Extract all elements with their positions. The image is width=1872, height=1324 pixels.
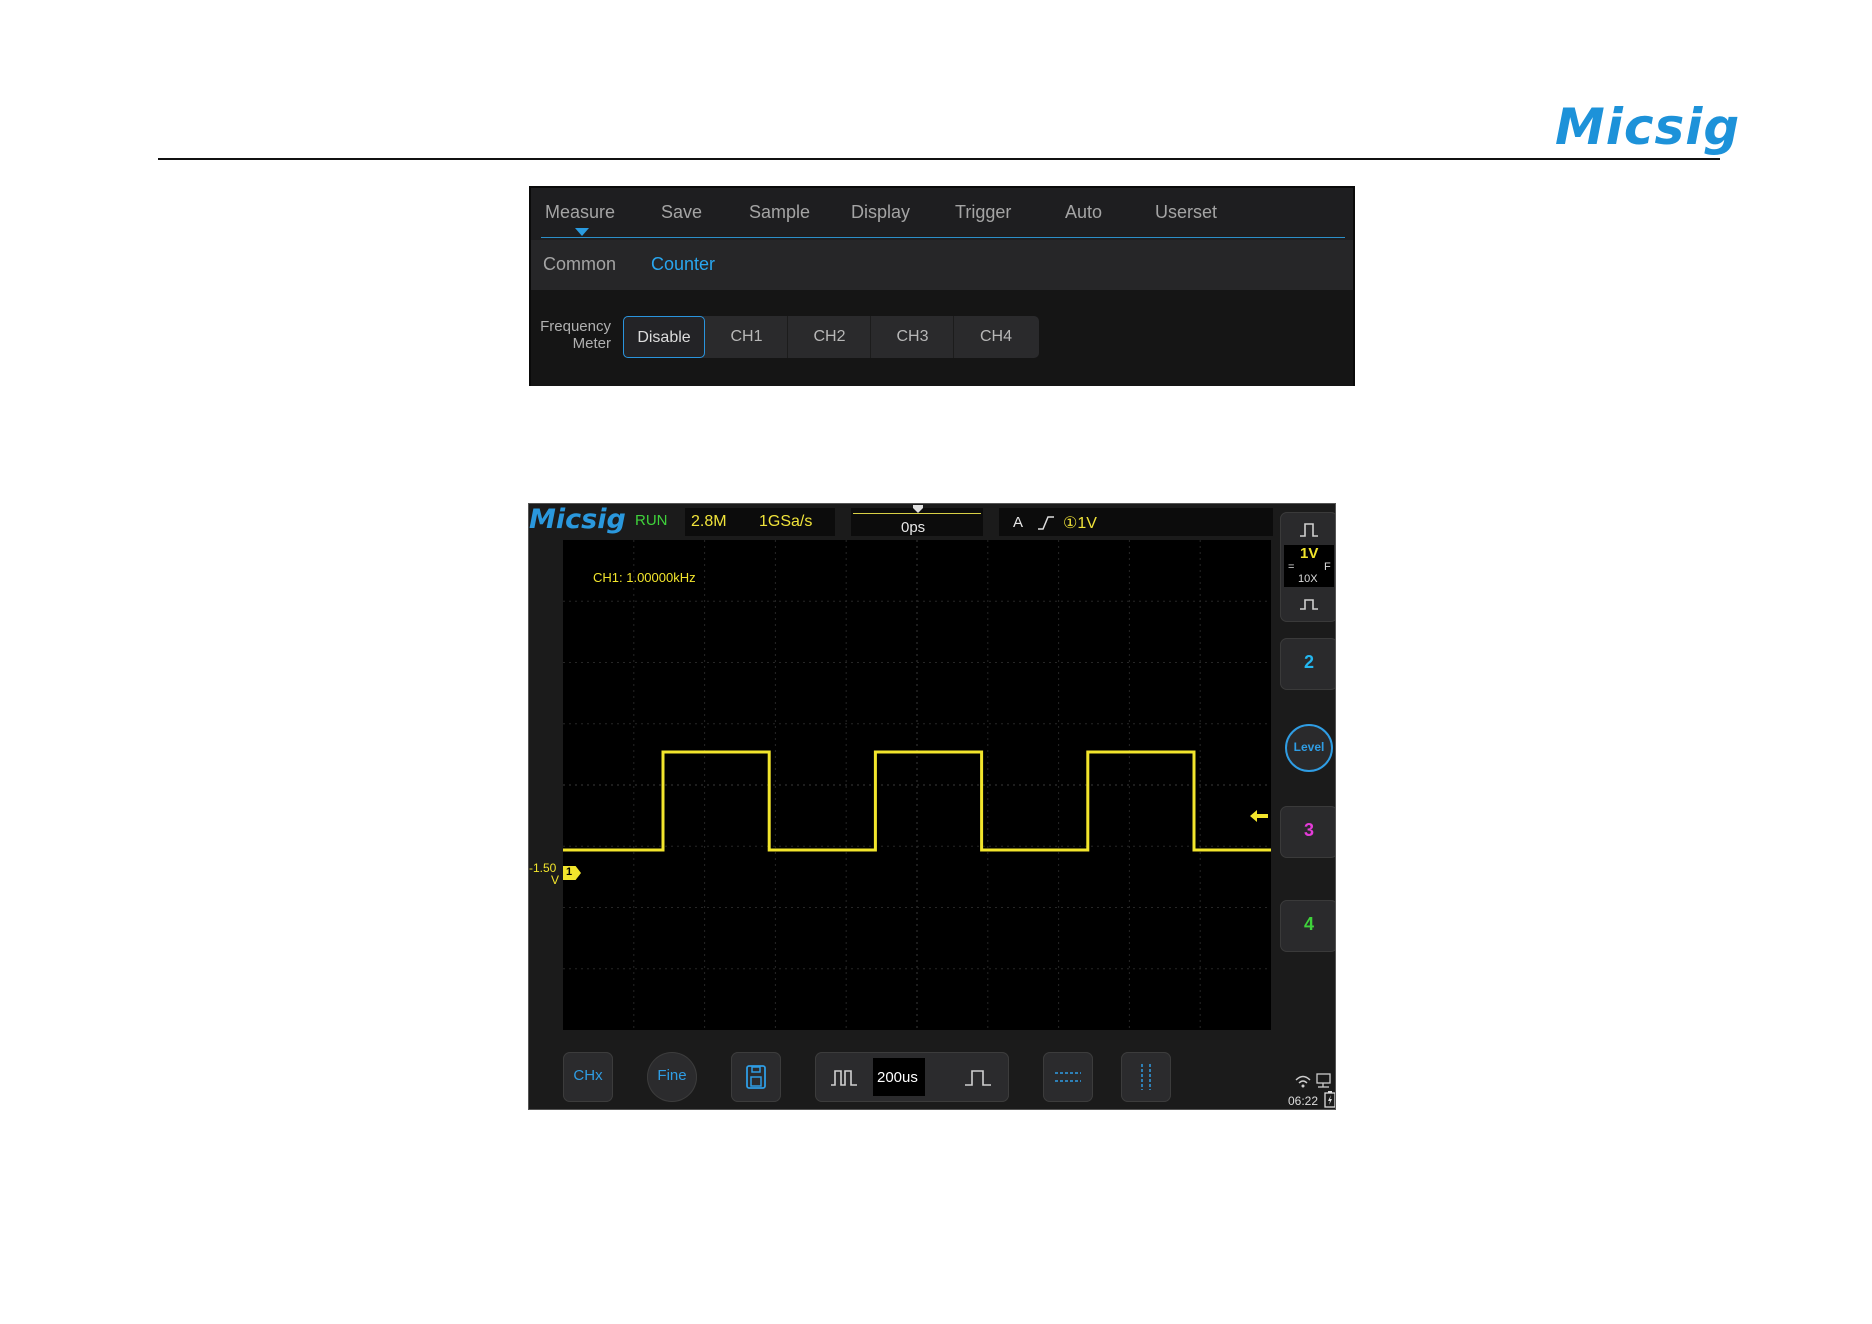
memory-depth: 2.8M [691,513,727,530]
ch1-scale-box: 1V = F 10X [1284,545,1334,587]
run-status[interactable]: RUN [635,512,668,529]
level-label: Level [1293,740,1325,754]
ch1-scale: 1V [1300,545,1319,562]
rising-edge-icon [1038,516,1054,530]
save-button[interactable] [731,1052,781,1102]
tab-underline [541,237,1345,238]
vertical-cursor-button[interactable] [1121,1052,1171,1102]
ch2-button[interactable]: 2 [1280,638,1335,690]
trigger-mode: A [1013,514,1024,531]
frequency-meter-selector: Disable CH1 CH2 CH3 CH4 [623,316,1039,358]
ch1-trace [563,750,1271,852]
ch3-label: 3 [1303,820,1314,840]
fine-button[interactable]: Fine [647,1052,697,1102]
tab-measure[interactable]: Measure [545,202,615,223]
chx-button[interactable]: CHx [563,1052,613,1102]
level-button[interactable]: Level [1285,724,1333,772]
vertical-cursor-icon [1141,1064,1151,1090]
floppy-disk-icon [746,1065,766,1089]
option-ch2[interactable]: CH2 [789,316,871,358]
tab-auto[interactable]: Auto [1065,202,1102,223]
chx-label: CHx [573,1067,603,1084]
trigger-level-arrow[interactable] [1249,809,1269,823]
ch1-coupling-left: = [1288,561,1295,573]
timebase-value: 200us [877,1069,918,1086]
trigger-info[interactable]: A ①1V [999,508,1273,536]
tab-display[interactable]: Display [851,202,910,223]
frequency-meter-label-line1: Frequency [540,318,611,335]
frequency-meter-label-line2: Meter [572,335,611,352]
oscilloscope-screen: Micsig RUN 2.8M 1GSa/s 0ps T A ①1V CH1: … [528,503,1336,1110]
fine-label: Fine [657,1067,687,1084]
ch4-button[interactable]: 4 [1280,900,1335,952]
frequency-meter-row: Frequency Meter Disable CH1 CH2 CH3 CH4 [531,290,1353,386]
option-disable[interactable]: Disable [623,316,705,358]
pulse-down-icon [1300,599,1318,610]
sample-rate: 1GSa/s [759,513,813,530]
ch2-label: 2 [1303,652,1314,672]
header-rule [158,158,1720,160]
option-ch4[interactable]: CH4 [955,316,1037,358]
pulse-up-icon [1300,523,1318,537]
clock: 06:22 [1288,1094,1319,1108]
waveform-display[interactable]: CH1: 1.00000kHz [563,540,1271,1030]
horizontal-cursor-icon [1055,1072,1081,1082]
scope-logo: Micsig [529,504,626,535]
acquisition-info[interactable]: 2.8M 1GSa/s [685,508,835,536]
wifi-lan-icon [1295,1073,1331,1088]
ch1-marker-label: 1 [566,866,573,878]
tab-trigger[interactable]: Trigger [955,202,1011,223]
timebase-control[interactable]: 200us [815,1052,1009,1102]
subtab-common[interactable]: Common [543,254,616,275]
tab-save[interactable]: Save [661,202,702,223]
trigger-source: ①1V [1063,515,1097,532]
ch3-button[interactable]: 3 [1280,806,1335,858]
active-tab-indicator [575,228,589,236]
tab-sample[interactable]: Sample [749,202,810,223]
timebase-box: 200us [873,1058,925,1096]
menu-subtabs: Common Counter [531,240,1353,290]
menu-tabs: Measure Save Sample Display Trigger Auto… [531,188,1353,240]
option-ch3[interactable]: CH3 [872,316,954,358]
timebase-expand-icon[interactable] [963,1067,993,1087]
micsig-logo: Micsig [1555,98,1741,156]
ch1-coupling-right: F [1324,561,1331,573]
ch4-label: 4 [1303,914,1314,934]
option-ch1[interactable]: CH1 [706,316,788,358]
trigger-position-marker [913,505,923,513]
frequency-meter-label: Frequency Meter [535,318,611,352]
horizontal-cursor-button[interactable] [1043,1052,1093,1102]
battery-icon [1324,1091,1335,1108]
frequency-readout: CH1: 1.00000kHz [593,570,696,585]
ch1-offset-unit: V [551,873,560,887]
subtab-counter[interactable]: Counter [651,254,715,275]
ch1-waveform [563,750,1271,852]
ch1-probe: 10X [1298,573,1318,585]
ch1-control[interactable]: 1V = F 10X [1280,512,1335,622]
time-offset: 0ps [901,519,926,536]
timebase-compress-icon[interactable] [829,1067,859,1087]
tab-userset[interactable]: Userset [1155,202,1217,223]
measure-menu-panel: Measure Save Sample Display Trigger Auto… [529,186,1355,386]
